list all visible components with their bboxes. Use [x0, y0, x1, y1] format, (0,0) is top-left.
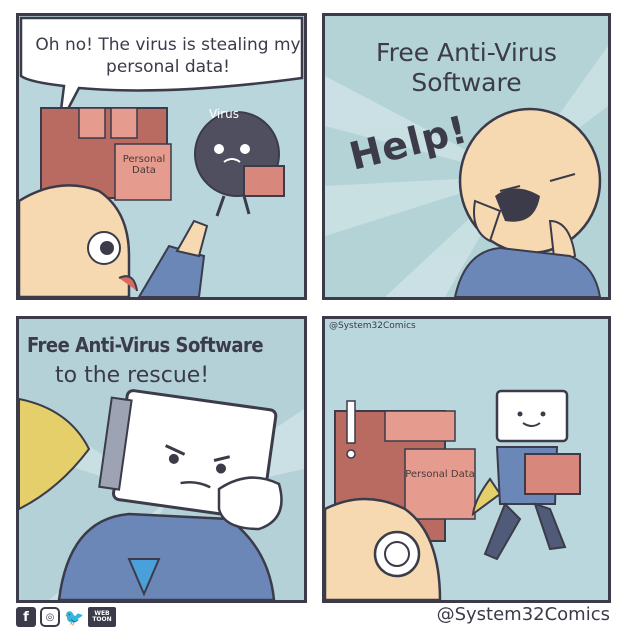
panel-3-art — [19, 389, 304, 600]
box-label: Personal Data — [122, 154, 166, 176]
comic-panel-1: Oh no! The virus is stealing my personal… — [16, 13, 307, 300]
box-label-panel-4: Personal Data — [405, 469, 475, 480]
comic-panel-3: Free Anti-Virus Software to the rescue! — [16, 316, 307, 603]
twitter-icon[interactable]: 🐦 — [64, 607, 84, 627]
panel-2-caption: Free Anti-Virus Software — [376, 38, 557, 97]
hero-monitor-small — [495, 389, 569, 443]
comic-panel-4: @System32Comics Personal Data — [322, 316, 611, 603]
panel-3-title: Free Anti-Virus Software — [27, 333, 264, 357]
panel-3-subtitle: to the rescue! — [55, 363, 210, 388]
facebook-icon[interactable]: f — [16, 607, 36, 627]
instagram-icon[interactable]: ◎ — [40, 607, 60, 627]
footer-credit: @System32Comics — [436, 604, 610, 625]
panel-4-art — [325, 389, 581, 600]
virus-label: Virus — [208, 107, 240, 121]
speech-text: Oh no! The virus is stealing my personal… — [35, 35, 301, 77]
panel-4-credit: @System32Comics — [329, 321, 416, 331]
webtoon-icon[interactable]: WEB TOON — [88, 607, 116, 627]
comic-panel-2: Free Anti-Virus Software Help! — [322, 13, 611, 300]
social-links: f ◎ 🐦 WEB TOON — [16, 606, 116, 628]
